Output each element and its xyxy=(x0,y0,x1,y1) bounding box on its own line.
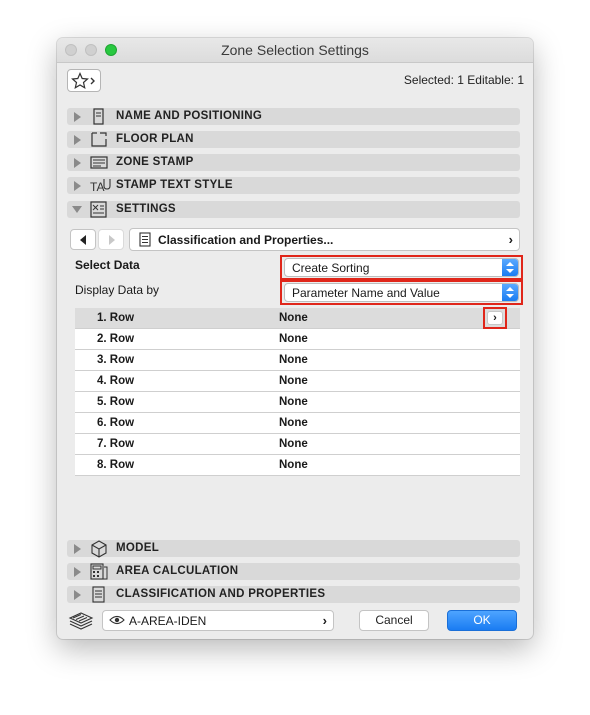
row-name: 1. Row xyxy=(97,312,135,324)
row-value: None xyxy=(279,312,308,324)
row-value: None xyxy=(279,417,308,429)
row-expand-button[interactable]: › xyxy=(487,311,503,325)
window-title: Zone Selection Settings xyxy=(221,42,369,58)
table-row[interactable]: 1. Row None xyxy=(75,308,520,329)
section-label: FLOOR PLAN xyxy=(116,133,194,145)
display-data-by-value: Parameter Name and Value xyxy=(292,286,440,300)
disclosure-triangle-open-icon[interactable] xyxy=(72,206,82,213)
row-name: 3. Row xyxy=(97,354,135,366)
section-zone-stamp[interactable]: ZONE STAMP xyxy=(67,154,520,171)
footer-bar: A-AREA-IDEN › Cancel OK xyxy=(57,606,533,639)
row-value: None xyxy=(279,375,308,387)
disclosure-triangle-icon[interactable] xyxy=(74,567,81,577)
arrow-right-icon xyxy=(109,235,115,245)
back-button[interactable] xyxy=(70,229,96,250)
classification-icon xyxy=(92,586,105,603)
section-label: ZONE STAMP xyxy=(116,156,194,168)
disclosure-triangle-icon[interactable] xyxy=(74,590,81,600)
selected-editable-count: Selected: 1 Editable: 1 xyxy=(403,73,524,87)
favorites-button[interactable] xyxy=(67,69,101,92)
name-positioning-icon xyxy=(93,108,104,125)
row-name: 4. Row xyxy=(97,375,135,387)
disclosure-triangle-icon[interactable] xyxy=(74,181,81,191)
select-data-dropdown[interactable]: Create Sorting xyxy=(284,258,519,277)
arrow-left-icon xyxy=(80,235,86,245)
disclosure-triangle-icon[interactable] xyxy=(74,112,81,122)
section-stamp-text-style[interactable]: TA STAMP TEXT STYLE xyxy=(67,177,520,194)
section-floor-plan[interactable]: FLOOR PLAN xyxy=(67,131,520,148)
section-area-calculation[interactable]: AREA CALCULATION xyxy=(67,563,520,580)
select-data-label: Select Data xyxy=(75,258,140,272)
row-value: None xyxy=(279,396,308,408)
table-row[interactable]: 6. Row None xyxy=(75,413,520,434)
eye-icon xyxy=(109,615,125,625)
section-classification-and-properties[interactable]: CLASSIFICATION AND PROPERTIES xyxy=(67,586,520,603)
section-label: MODEL xyxy=(116,542,160,554)
display-data-by-dropdown[interactable]: Parameter Name and Value xyxy=(284,283,519,302)
table-row[interactable]: 3. Row None xyxy=(75,350,520,371)
row-name: 5. Row xyxy=(97,396,135,408)
svg-text:TA: TA xyxy=(90,180,104,194)
dropdown-stepper-icon xyxy=(502,284,518,301)
layer-selector[interactable]: A-AREA-IDEN › xyxy=(102,610,334,631)
stamp-text-style-icon: TA xyxy=(90,179,111,194)
classification-properties-selector[interactable]: Classification and Properties... › xyxy=(129,228,520,251)
table-row[interactable]: 8. Row None xyxy=(75,455,520,476)
chevron-right-icon: › xyxy=(322,613,327,628)
row-name: 8. Row xyxy=(97,459,135,471)
settings-icon xyxy=(90,201,107,218)
chevron-right-icon: › xyxy=(508,232,513,247)
title-bar: Zone Selection Settings xyxy=(57,38,533,63)
disclosure-triangle-icon[interactable] xyxy=(74,158,81,168)
layers-icon xyxy=(68,612,94,630)
row-value: None xyxy=(279,438,308,450)
zone-selection-settings-dialog: Zone Selection Settings Selected: 1 Edit… xyxy=(57,38,533,639)
section-settings[interactable]: SETTINGS xyxy=(67,201,520,218)
table-row[interactable]: 2. Row None xyxy=(75,329,520,350)
display-data-by-label: Display Data by xyxy=(75,283,160,297)
layer-value: A-AREA-IDEN xyxy=(129,614,207,628)
forward-button[interactable] xyxy=(98,229,124,250)
row-value: None xyxy=(279,333,308,345)
dropdown-stepper-icon xyxy=(502,259,518,276)
disclosure-triangle-icon[interactable] xyxy=(74,135,81,145)
section-label: SETTINGS xyxy=(116,203,176,215)
section-label: NAME AND POSITIONING xyxy=(116,110,263,122)
floor-plan-icon xyxy=(91,132,107,147)
row-name: 7. Row xyxy=(97,438,135,450)
row-value: None xyxy=(279,354,308,366)
zone-stamp-icon xyxy=(90,156,108,169)
table-row[interactable]: 4. Row None xyxy=(75,371,520,392)
rows-table: 1. Row None 2. Row None 3. Row None 4. R… xyxy=(75,308,520,476)
table-row[interactable]: 7. Row None xyxy=(75,434,520,455)
area-calculation-icon xyxy=(90,563,108,580)
section-name-and-positioning[interactable]: NAME AND POSITIONING xyxy=(67,108,520,125)
disclosure-triangle-icon[interactable] xyxy=(74,544,81,554)
cancel-button[interactable]: Cancel xyxy=(359,610,429,631)
select-data-value: Create Sorting xyxy=(292,261,370,275)
model-icon xyxy=(91,540,107,558)
table-row[interactable]: 5. Row None xyxy=(75,392,520,413)
section-label: STAMP TEXT STYLE xyxy=(116,179,233,191)
document-icon xyxy=(139,232,151,247)
ok-button[interactable]: OK xyxy=(447,610,517,631)
chevron-right-icon: › xyxy=(493,312,497,324)
star-icon xyxy=(71,72,95,90)
row-value: None xyxy=(279,459,308,471)
section-model[interactable]: MODEL xyxy=(67,540,520,558)
section-label: AREA CALCULATION xyxy=(116,565,239,577)
row-name: 6. Row xyxy=(97,417,135,429)
classification-label: Classification and Properties... xyxy=(158,233,334,247)
section-label: CLASSIFICATION AND PROPERTIES xyxy=(116,588,326,600)
row-name: 2. Row xyxy=(97,333,135,345)
